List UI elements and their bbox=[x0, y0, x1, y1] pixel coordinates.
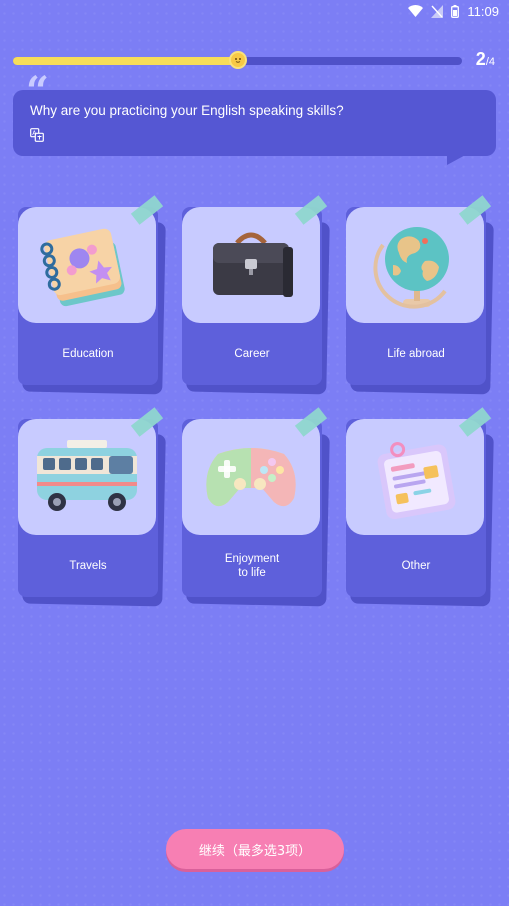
card-image bbox=[346, 419, 484, 535]
card-image bbox=[18, 419, 156, 535]
globe-icon bbox=[373, 227, 449, 309]
card-image bbox=[182, 207, 320, 323]
progress-fill bbox=[13, 57, 238, 65]
progress-mascot-icon bbox=[228, 51, 247, 69]
step-counter: 2/4 bbox=[476, 49, 495, 70]
question-text: Why are you practicing your English spea… bbox=[30, 103, 344, 118]
option-label-line2: to life bbox=[238, 567, 266, 579]
status-bar: 11:09 bbox=[0, 0, 509, 22]
notebook-icon bbox=[40, 228, 125, 307]
card-image bbox=[18, 207, 156, 323]
clipboard-icon bbox=[377, 442, 456, 520]
status-time: 11:09 bbox=[467, 3, 499, 19]
option-label: Enjoyment to life bbox=[182, 552, 322, 580]
option-label: Career bbox=[234, 348, 270, 360]
bus-icon bbox=[37, 440, 137, 511]
briefcase-icon bbox=[213, 232, 293, 297]
option-label: Life abroad bbox=[387, 348, 445, 360]
option-card-life-abroad[interactable]: Life abroad bbox=[346, 195, 494, 395]
option-label: Other bbox=[401, 560, 431, 572]
battery-icon bbox=[451, 4, 460, 18]
option-card-other[interactable]: Other bbox=[346, 407, 494, 607]
progress-bar bbox=[13, 51, 462, 69]
option-card-education[interactable]: Education bbox=[18, 195, 166, 395]
wifi-icon bbox=[408, 5, 424, 17]
card-image bbox=[182, 419, 320, 535]
card-image bbox=[346, 207, 484, 323]
translate-icon[interactable]: A bbox=[30, 128, 44, 142]
option-card-travels[interactable]: Travels bbox=[18, 407, 166, 607]
option-card-enjoyment[interactable]: Enjoyment to life bbox=[182, 407, 330, 607]
question-bubble bbox=[13, 90, 496, 156]
gamepad-icon bbox=[206, 448, 296, 507]
signal-muted-icon bbox=[431, 4, 444, 18]
step-total: /4 bbox=[485, 56, 495, 68]
option-label: Travels bbox=[69, 560, 107, 572]
option-label: Education bbox=[62, 348, 114, 360]
continue-button[interactable]: 继续（最多选3项） bbox=[166, 829, 344, 869]
option-label-line1: Enjoyment bbox=[224, 553, 280, 565]
bubble-tail bbox=[447, 153, 469, 165]
step-current: 2 bbox=[475, 49, 486, 69]
option-card-career[interactable]: Career bbox=[182, 195, 330, 395]
